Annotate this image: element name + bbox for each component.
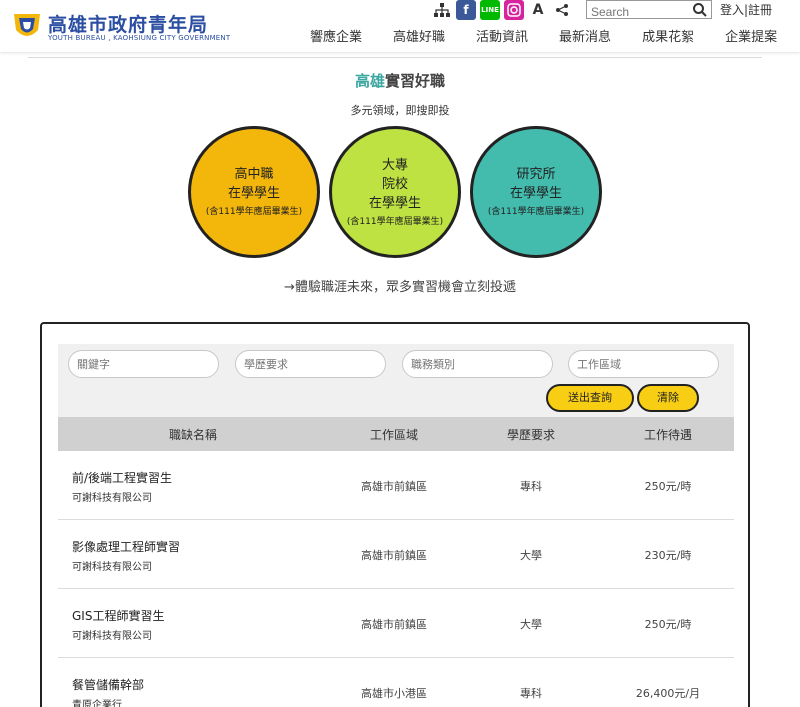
circle-line: 高中職: [234, 167, 274, 182]
circle-line: 大專: [381, 157, 408, 173]
login-register-link[interactable]: 登入|註冊: [720, 1, 772, 18]
category-select[interactable]: [402, 350, 553, 378]
job-education: 大學: [520, 618, 542, 631]
nav-item-kaohsiung-jobs[interactable]: 高雄好職: [393, 26, 445, 45]
font-size-icon[interactable]: A: [528, 0, 548, 20]
circle-line: 在學學生: [509, 186, 562, 201]
job-title[interactable]: 前/後端工程實習生: [72, 469, 172, 486]
job-pay: 230元/時: [644, 549, 692, 562]
search-input[interactable]: [587, 3, 687, 21]
area-select[interactable]: [568, 350, 719, 378]
job-education: 專科: [520, 480, 542, 493]
search-box: [586, 0, 712, 21]
main-nav: 響應企業 高雄好職 活動資訊 最新消息 成果花絮 企業提案: [310, 26, 777, 45]
nav-item-news[interactable]: 最新消息: [559, 26, 611, 45]
circle-line: 院校: [381, 176, 408, 192]
column-header-area: 工作區域: [369, 427, 418, 442]
sitemap-icon[interactable]: [432, 0, 452, 20]
column-header-title: 職缺名稱: [168, 427, 217, 442]
job-area: 高雄市小港區: [361, 687, 427, 700]
circle-note: (含111學年應屆畢業生): [487, 207, 585, 217]
company-name: 可謝科技有限公司: [72, 493, 152, 504]
circle-note: (含111學年應屆畢業生): [346, 216, 444, 227]
circle-line: 在學學生: [227, 186, 280, 201]
job-area: 高雄市前鎮區: [361, 618, 427, 631]
keyword-input[interactable]: [68, 350, 219, 378]
share-icon[interactable]: [552, 0, 572, 20]
category-circle-college[interactable]: 大專 院校 在學學生 (含111學年應屆畢業生): [329, 126, 461, 258]
job-title[interactable]: 影像處理工程師實習: [72, 538, 180, 555]
table-row[interactable]: 前/後端工程實習生 可謝科技有限公司 高雄市前鎮區 專科 250元/時: [58, 451, 734, 520]
brand-subtitle: YOUTH BUREAU , KAOHSIUNG CITY GOVERNMENT: [48, 34, 231, 42]
company-name: 青原企業行: [72, 700, 122, 707]
column-header-pay: 工作待遇: [643, 427, 692, 442]
page-subtitle: 多元領域，即搜即投: [350, 104, 450, 117]
search-icon[interactable]: [692, 2, 708, 18]
circle-note: (含111學年應屆畢業生): [205, 207, 303, 217]
job-area: 高雄市前鎮區: [361, 480, 427, 493]
nav-item-responsive-enterprises[interactable]: 響應企業: [310, 26, 362, 45]
brand-title[interactable]: 高雄市政府青年局: [48, 10, 208, 37]
job-pay: 26,400元/月: [635, 687, 701, 700]
tagline: →體驗職涯未來，眾多實習機會立刻投遞: [284, 280, 516, 295]
job-area: 高雄市前鎮區: [361, 549, 427, 562]
facebook-icon[interactable]: f: [456, 0, 476, 20]
clear-button[interactable]: 清除: [637, 384, 699, 412]
job-education: 大學: [520, 549, 542, 562]
job-education: 專科: [520, 687, 542, 700]
company-name: 可謝科技有限公司: [72, 562, 152, 573]
job-pay: 250元/時: [644, 480, 692, 493]
page-title: 高雄實習好職: [0, 70, 800, 91]
nav-item-highlights[interactable]: 成果花絮: [642, 26, 694, 45]
company-name: 可謝科技有限公司: [72, 631, 152, 642]
page-title-accent: 高雄: [354, 72, 385, 90]
category-circle-graduate[interactable]: 研究所 在學學生 (含111學年應屆畢業生): [470, 126, 602, 258]
education-select[interactable]: [235, 350, 386, 378]
table-row[interactable]: 餐管儲備幹部 青原企業行 高雄市小港區 專科 26,400元/月: [58, 658, 734, 707]
utility-bar: f LINE A: [432, 0, 576, 20]
table-row[interactable]: GIS工程師實習生 可謝科技有限公司 高雄市前鎮區 大學 250元/時: [58, 589, 734, 658]
table-row[interactable]: 影像處理工程師實習 可謝科技有限公司 高雄市前鎮區 大學 230元/時: [58, 520, 734, 589]
circle-line: 在學學生: [368, 195, 421, 211]
table-header: 職缺名稱 工作區域 學歷要求 工作待遇: [58, 417, 734, 451]
nav-item-enterprise-proposal[interactable]: 企業提案: [725, 26, 777, 45]
job-search-panel: 送出查詢 清除 職缺名稱 工作區域 學歷要求 工作待遇 前/後端工程實習生 可謝…: [40, 322, 750, 707]
job-pay: 250元/時: [644, 618, 692, 631]
submit-search-button[interactable]: 送出查詢: [546, 384, 634, 412]
page-title-rest: 實習好職: [385, 72, 446, 90]
nav-item-events[interactable]: 活動資訊: [476, 26, 528, 45]
job-title[interactable]: 餐管儲備幹部: [72, 676, 144, 693]
line-icon[interactable]: LINE: [480, 0, 500, 20]
category-circle-high-school[interactable]: 高中職 在學學生 (含111學年應屆畢業生): [188, 126, 320, 258]
bureau-logo-icon[interactable]: [12, 10, 42, 42]
instagram-icon[interactable]: [504, 0, 524, 20]
job-title[interactable]: GIS工程師實習生: [72, 607, 164, 624]
divider: [28, 57, 762, 58]
column-header-education: 學歷要求: [506, 427, 555, 442]
circle-line: 研究所: [516, 167, 556, 182]
site-header: 高雄市政府青年局 YOUTH BUREAU , KAOHSIUNG CITY G…: [0, 0, 800, 52]
